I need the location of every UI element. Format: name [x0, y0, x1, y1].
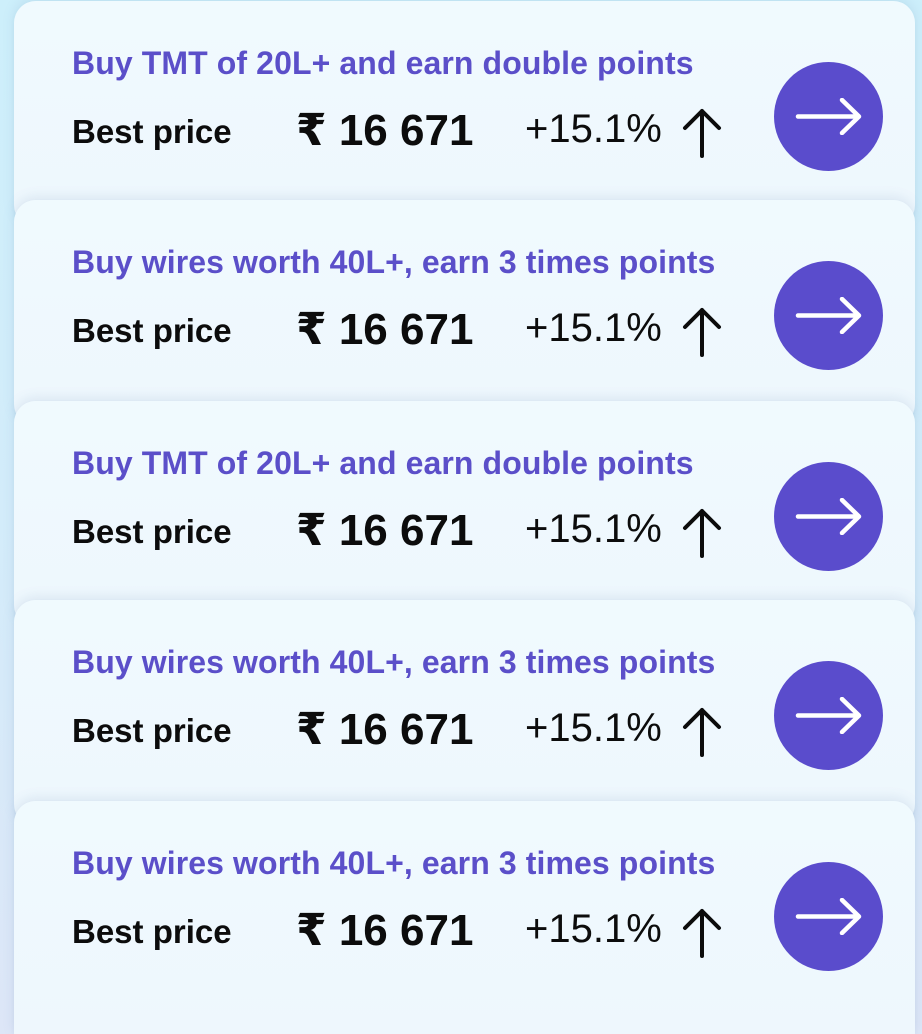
price-change: +15.1%: [525, 907, 662, 951]
up-arrow-icon: [683, 708, 721, 757]
offer-title: Buy TMT of 20L+ and earn double points: [72, 445, 694, 481]
up-arrow-icon: [683, 109, 721, 158]
go-button[interactable]: [774, 862, 883, 971]
offer-card[interactable]: Buy wires worth 40L+, earn 3 times point…: [14, 801, 915, 1034]
right-arrow-icon: [795, 498, 862, 535]
price-label: Best price: [72, 513, 232, 550]
offer-card[interactable]: Buy wires worth 40L+, earn 3 times point…: [14, 600, 915, 826]
price-change: +15.1%: [525, 107, 662, 151]
right-arrow-icon: [795, 297, 862, 334]
offer-card[interactable]: Buy TMT of 20L+ and earn double points B…: [14, 1, 915, 227]
offer-title: Buy wires worth 40L+, earn 3 times point…: [72, 845, 716, 881]
price-value: ₹ 16 671: [296, 506, 474, 555]
up-arrow-icon: [683, 509, 721, 558]
go-button[interactable]: [774, 261, 883, 370]
up-arrow-icon: [683, 909, 721, 958]
offer-card[interactable]: Buy wires worth 40L+, earn 3 times point…: [14, 200, 915, 426]
offer-title: Buy TMT of 20L+ and earn double points: [72, 45, 694, 81]
offers-list: Buy TMT of 20L+ and earn double points B…: [0, 0, 922, 1034]
right-arrow-icon: [795, 898, 862, 935]
price-label: Best price: [72, 312, 232, 349]
price-label: Best price: [72, 113, 232, 150]
up-arrow-icon: [683, 308, 721, 357]
offer-card[interactable]: Buy TMT of 20L+ and earn double points B…: [14, 401, 915, 627]
price-change: +15.1%: [525, 507, 662, 551]
price-value: ₹ 16 671: [296, 305, 474, 354]
price-label: Best price: [72, 712, 232, 749]
price-value: ₹ 16 671: [296, 106, 474, 155]
price-change: +15.1%: [525, 306, 662, 350]
offer-title: Buy wires worth 40L+, earn 3 times point…: [72, 244, 716, 280]
go-button[interactable]: [774, 462, 883, 571]
right-arrow-icon: [795, 697, 862, 734]
price-value: ₹ 16 671: [296, 906, 474, 955]
go-button[interactable]: [774, 62, 883, 171]
price-change: +15.1%: [525, 706, 662, 750]
price-label: Best price: [72, 913, 232, 950]
right-arrow-icon: [795, 98, 862, 135]
go-button[interactable]: [774, 661, 883, 770]
offer-title: Buy wires worth 40L+, earn 3 times point…: [72, 644, 716, 680]
price-value: ₹ 16 671: [296, 705, 474, 754]
